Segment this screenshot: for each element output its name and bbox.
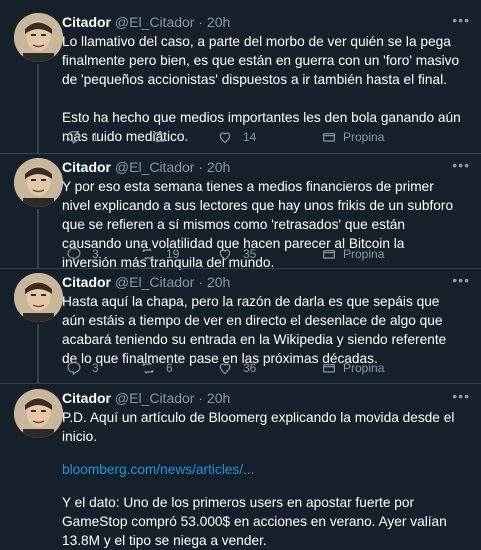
author-handle[interactable]: @El_Citador <box>115 390 195 406</box>
tweet-time[interactable]: 20h <box>207 274 230 290</box>
tip-button[interactable]: Propina <box>321 129 384 145</box>
retweet-button[interactable] <box>151 129 177 145</box>
tweet-header: Citador @El_Citador · 20h ••• <box>62 12 470 30</box>
tip-label: Propina <box>343 361 385 375</box>
thread-connector <box>37 64 39 153</box>
author-handle[interactable]: @El_Citador <box>115 14 195 30</box>
tweet-text: Hasta aquí la chapa, pero la razón de da… <box>62 294 447 366</box>
author-name[interactable]: Citador <box>62 159 111 175</box>
tweet-thread: Citador @El_Citador · 20h ••• Lo llamati… <box>0 0 481 548</box>
tip-icon <box>323 364 335 373</box>
more-icon[interactable]: ••• <box>452 11 470 29</box>
tweet[interactable]: Citador @El_Citador · 20h ••• Y por eso … <box>0 154 481 270</box>
article-link[interactable]: bloomberg.com/news/articles/... <box>62 462 254 477</box>
like-button[interactable]: 36 <box>217 360 256 376</box>
thread-connector <box>37 209 39 268</box>
more-icon[interactable]: ••• <box>452 271 470 289</box>
retweet-count: 6 <box>166 361 173 375</box>
avatar[interactable] <box>14 389 63 438</box>
tweet-header: Citador @El_Citador · 20h ••• <box>62 157 470 175</box>
retweet-icon <box>142 248 154 260</box>
tweet-time[interactable]: 20h <box>207 14 230 30</box>
tweet-time[interactable]: 20h <box>207 390 230 406</box>
tip-icon <box>323 250 335 259</box>
avatar[interactable] <box>14 273 63 322</box>
reply-count: 1 <box>92 130 99 144</box>
tweet-actions: 3 6 36 Propina <box>62 360 462 376</box>
retweet-icon <box>142 362 154 374</box>
tweet-actions: 3 19 35 Propina <box>62 246 462 262</box>
tip-label: Propina <box>343 130 385 144</box>
heart-icon <box>219 249 231 261</box>
reply-button[interactable]: 3 <box>66 246 99 262</box>
reply-count: 3 <box>92 247 99 261</box>
retweet-button[interactable]: 19 <box>140 246 179 262</box>
tweet-text-continued: Y el dato: Uno de los primeros users en … <box>62 495 447 548</box>
reply-icon <box>67 131 81 145</box>
more-icon[interactable]: ••• <box>452 387 470 405</box>
reply-count: 3 <box>92 361 99 375</box>
avatar[interactable] <box>14 158 63 207</box>
reply-icon <box>67 248 81 262</box>
like-button[interactable]: 14 <box>217 129 256 145</box>
like-button[interactable]: 35 <box>217 246 256 262</box>
reply-icon <box>67 362 81 376</box>
tip-icon <box>323 133 335 142</box>
reply-button[interactable]: 3 <box>66 360 99 376</box>
retweet-icon <box>153 131 165 143</box>
tip-label: Propina <box>343 247 385 261</box>
heart-icon <box>219 363 231 375</box>
tweet-text: P.D. Aquí un artículo de Bloomerg explic… <box>62 410 455 444</box>
tweet[interactable]: Citador @El_Citador · 20h ••• P.D. Aquí … <box>0 384 481 548</box>
tweet-actions: 1 14 Propina <box>62 129 462 145</box>
author-name[interactable]: Citador <box>62 274 111 290</box>
tweet[interactable]: Citador @El_Citador · 20h ••• Hasta aquí… <box>0 269 481 383</box>
tweet-header: Citador @El_Citador · 20h ••• <box>62 388 470 406</box>
author-name[interactable]: Citador <box>62 390 111 406</box>
retweet-button[interactable]: 6 <box>140 360 173 376</box>
like-count: 36 <box>243 361 257 375</box>
more-icon[interactable]: ••• <box>452 156 470 174</box>
thread-connector <box>37 324 39 383</box>
like-count: 14 <box>243 130 257 144</box>
author-name[interactable]: Citador <box>62 14 111 30</box>
like-count: 35 <box>243 247 257 261</box>
reply-button[interactable]: 1 <box>66 129 99 145</box>
tip-button[interactable]: Propina <box>321 360 384 376</box>
tweet-time[interactable]: 20h <box>207 159 230 175</box>
retweet-count: 19 <box>166 247 180 261</box>
heart-icon <box>219 132 231 144</box>
tweet-header: Citador @El_Citador · 20h ••• <box>62 272 470 290</box>
tweet[interactable]: Citador @El_Citador · 20h ••• Lo llamati… <box>0 0 481 153</box>
author-handle[interactable]: @El_Citador <box>115 159 195 175</box>
avatar[interactable] <box>14 13 63 62</box>
tip-button[interactable]: Propina <box>321 246 384 262</box>
author-handle[interactable]: @El_Citador <box>115 274 195 290</box>
